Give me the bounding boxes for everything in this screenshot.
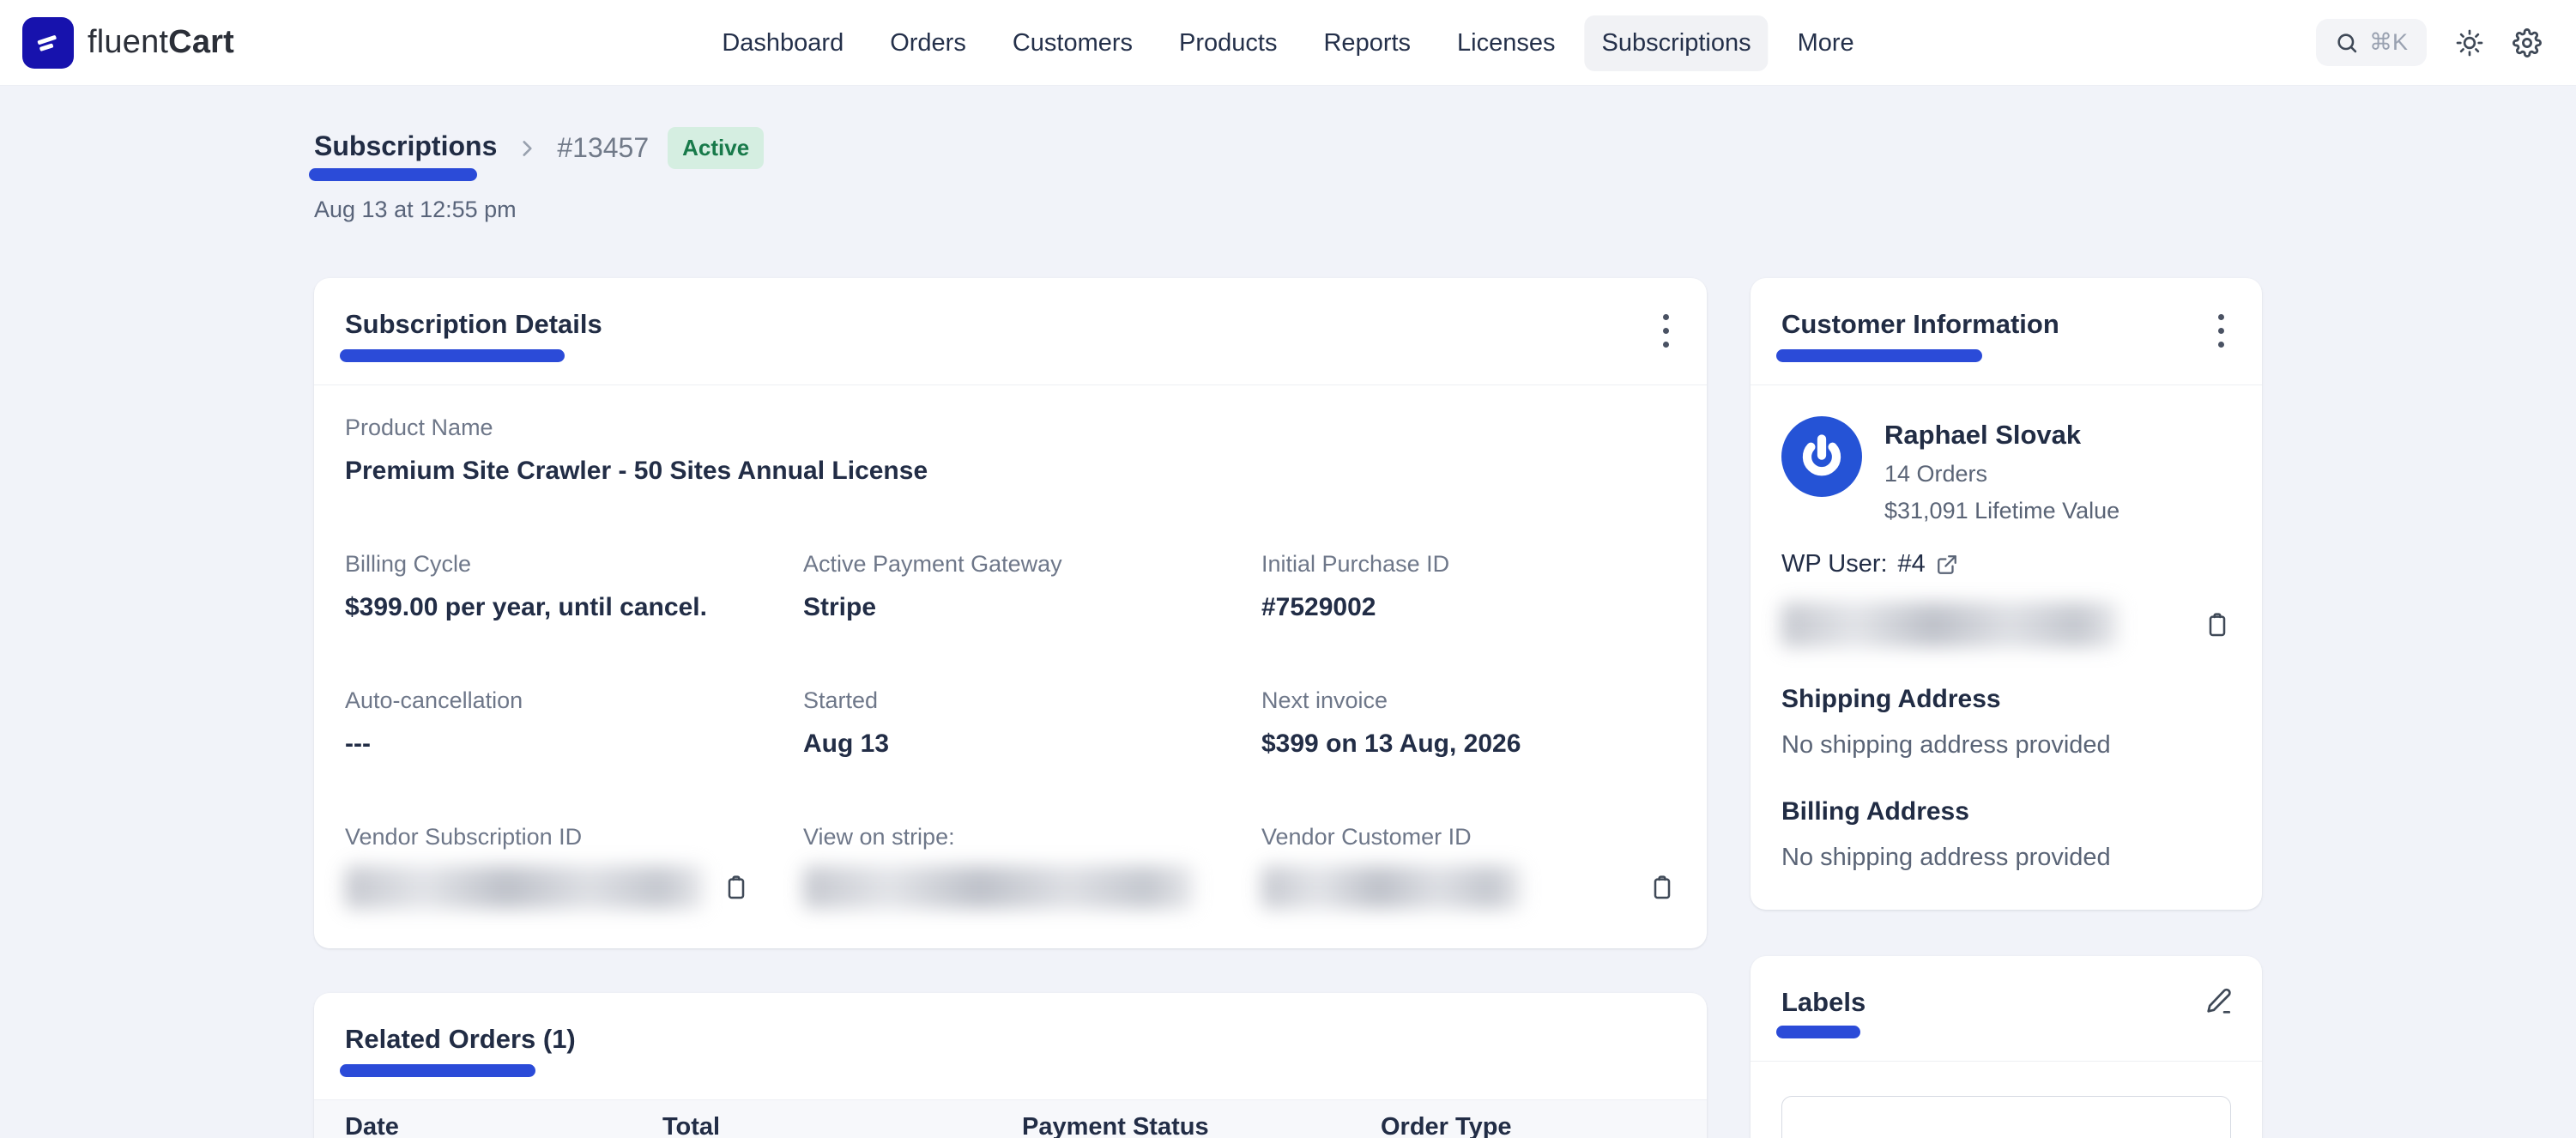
billing-address-heading: Billing Address: [1781, 797, 2231, 826]
field-started: Started Aug 13: [803, 687, 1261, 759]
redacted-stripe-link[interactable]: [803, 866, 1194, 909]
redacted-vendor-subscription-id: [345, 866, 704, 909]
subscription-details-card: Subscription Details Product Name Premiu…: [314, 278, 1707, 948]
nav-item-subscriptions[interactable]: Subscriptions: [1585, 15, 1769, 71]
field-view-on-stripe: View on stripe:: [803, 824, 1261, 909]
shipping-address-value: No shipping address provided: [1781, 731, 2231, 760]
billing-address-value: No shipping address provided: [1781, 844, 2231, 872]
subscription-details-title: Subscription Details: [345, 309, 602, 362]
edit-labels-button[interactable]: [2204, 987, 2233, 1016]
column-order-type: Order Type: [1381, 1113, 1676, 1138]
clipboard-icon: [2204, 611, 2231, 639]
wp-user-label: WP User:: [1781, 550, 1888, 578]
subscription-datetime: Aug 13 at 12:55 pm: [314, 197, 2262, 223]
nav-item-products[interactable]: Products: [1162, 15, 1294, 71]
related-orders-card: Related Orders (1) Date Total Payment St…: [314, 993, 1707, 1138]
customer-information-title: Customer Information: [1781, 309, 2059, 362]
customer-information-card: Customer Information: [1751, 278, 2262, 910]
highlight-bar: [309, 168, 477, 181]
gear-icon: [2513, 28, 2542, 58]
status-badge: Active: [668, 127, 764, 169]
customer-menu-button[interactable]: [2206, 307, 2236, 354]
highlight-bar: [340, 1064, 535, 1077]
product-field: Product Name Premium Site Crawler - 50 S…: [345, 415, 1676, 486]
copy-vendor-subscription-id-button[interactable]: [723, 874, 750, 901]
customer-name: Raphael Slovak: [1884, 420, 2119, 451]
external-link-icon[interactable]: [1936, 554, 1958, 576]
search-shortcut: ⌘K: [2369, 29, 2408, 56]
wp-user-id-link[interactable]: #4: [1898, 550, 1926, 578]
highlight-bar: [1776, 349, 1982, 362]
column-total: Total: [662, 1113, 1022, 1138]
column-payment-status: Payment Status: [1022, 1113, 1381, 1138]
subscription-details-menu-button[interactable]: [1651, 307, 1681, 354]
redacted-customer-email: [1781, 602, 2118, 647]
labels-card: Labels: [1751, 956, 2262, 1138]
nav-item-orders[interactable]: Orders: [873, 15, 983, 71]
nav-item-reports[interactable]: Reports: [1306, 15, 1428, 71]
copy-email-button[interactable]: [2204, 611, 2231, 639]
breadcrumb: Subscriptions #13457 Active Aug 13 at 12…: [314, 127, 2262, 223]
related-orders-title: Related Orders (1): [345, 1024, 576, 1077]
main-nav: Dashboard Orders Customers Products Repo…: [704, 0, 1871, 86]
clipboard-icon: [1648, 874, 1676, 901]
column-date: Date: [345, 1113, 662, 1138]
labels-title: Labels: [1781, 987, 1865, 1038]
field-initial-purchase-id: Initial Purchase ID #7529002: [1261, 551, 1676, 622]
sun-icon: [2456, 29, 2483, 57]
field-vendor-subscription-id: Vendor Subscription ID: [345, 824, 803, 909]
field-next-invoice: Next invoice $399 on 13 Aug, 2026: [1261, 687, 1676, 759]
pencil-icon: [2204, 987, 2233, 1016]
field-vendor-customer-id: Vendor Customer ID: [1261, 824, 1676, 909]
copy-vendor-customer-id-button[interactable]: [1648, 874, 1676, 901]
search-button[interactable]: ⌘K: [2316, 19, 2427, 66]
clipboard-icon: [723, 874, 750, 901]
theme-toggle-button[interactable]: [2456, 29, 2483, 57]
subscription-id: #13457: [557, 132, 649, 164]
brand-logo[interactable]: fluentCart: [22, 17, 234, 69]
nav-item-customers[interactable]: Customers: [995, 15, 1150, 71]
fluentcart-logo-icon: [22, 17, 74, 69]
nav-item-more[interactable]: More: [1781, 15, 1872, 71]
nav-item-licenses[interactable]: Licenses: [1440, 15, 1572, 71]
product-name-label: Product Name: [345, 415, 1676, 441]
chevron-right-icon: [516, 137, 538, 160]
customer-summary: Raphael Slovak 14 Orders $31,091 Lifetim…: [1884, 416, 2119, 524]
shipping-address-heading: Shipping Address: [1781, 685, 2231, 714]
breadcrumb-subscriptions-link[interactable]: Subscriptions: [314, 130, 497, 181]
wp-user-line: WP User: #4: [1781, 550, 2231, 578]
labels-input[interactable]: [1781, 1096, 2231, 1138]
customer-email-row: [1781, 602, 2231, 647]
field-billing-cycle: Billing Cycle $399.00 per year, until ca…: [345, 551, 803, 622]
top-actions: ⌘K: [2316, 19, 2554, 66]
settings-button[interactable]: [2513, 28, 2542, 58]
search-icon: [2335, 31, 2359, 55]
field-payment-gateway: Active Payment Gateway Stripe: [803, 551, 1261, 622]
brand-name: fluentCart: [88, 24, 234, 61]
field-auto-cancellation: Auto-cancellation ---: [345, 687, 803, 759]
orders-table-header: Date Total Payment Status Order Type: [314, 1099, 1707, 1138]
highlight-bar: [340, 349, 565, 362]
nav-item-dashboard[interactable]: Dashboard: [704, 15, 861, 71]
top-bar: fluentCart Dashboard Orders Customers Pr…: [0, 0, 2576, 86]
customer-order-count: 14 Orders: [1884, 461, 2119, 487]
customer-avatar: [1781, 416, 1862, 497]
product-name-value: Premium Site Crawler - 50 Sites Annual L…: [345, 457, 1676, 486]
highlight-bar: [1776, 1026, 1860, 1038]
redacted-vendor-customer-id: [1261, 866, 1521, 909]
customer-lifetime-value: $31,091 Lifetime Value: [1884, 498, 2119, 524]
